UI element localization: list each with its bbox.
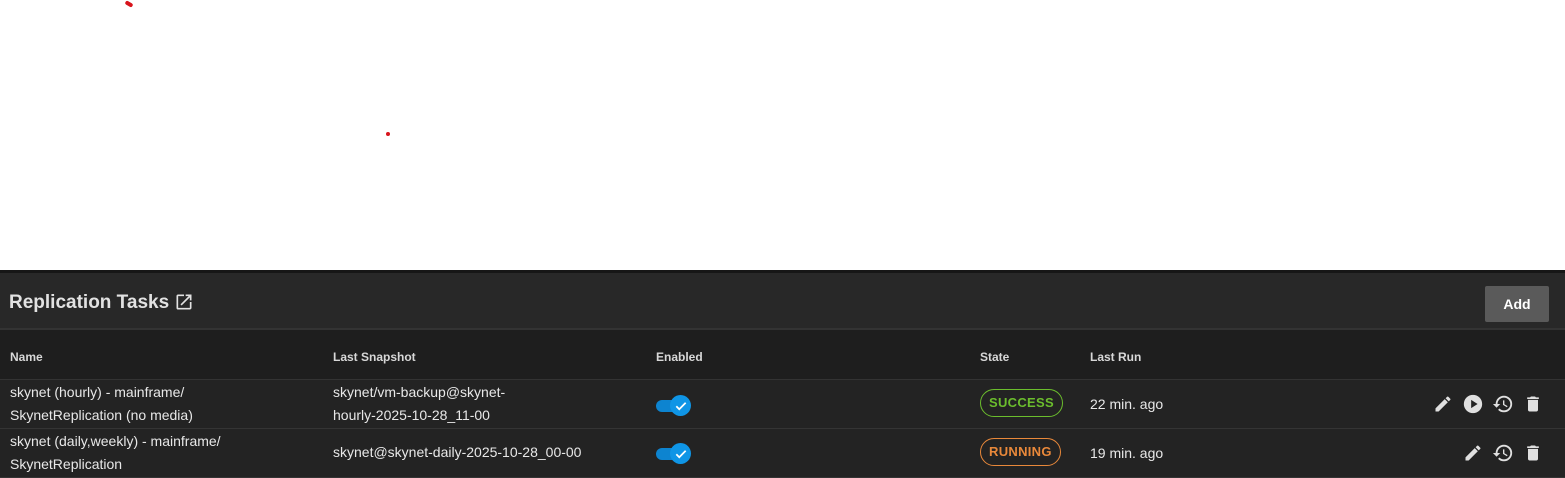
- red-dot: [386, 132, 390, 136]
- task-name: skynet (daily,weekly) - mainframe/ Skyne…: [10, 430, 310, 476]
- trash-icon[interactable]: [1522, 442, 1544, 464]
- trash-icon[interactable]: [1522, 393, 1544, 415]
- column-header-enabled[interactable]: Enabled: [656, 350, 703, 364]
- open-in-new-icon[interactable]: [174, 292, 194, 312]
- enabled-toggle[interactable]: [656, 394, 692, 416]
- state-badge[interactable]: SUCCESS: [980, 389, 1063, 417]
- replication-tasks-card: Replication Tasks Add Name Last Snapshot…: [0, 270, 1565, 478]
- task-name-line: skynet (daily,weekly) - mainframe/: [10, 433, 221, 449]
- checkmark-icon: [675, 401, 686, 410]
- history-icon[interactable]: [1492, 442, 1514, 464]
- history-icon[interactable]: [1492, 393, 1514, 415]
- enabled-toggle[interactable]: [656, 442, 692, 464]
- card-header: Replication Tasks Add: [0, 273, 1565, 330]
- checkmark-icon: [675, 449, 686, 458]
- last-run: 19 min. ago: [1090, 445, 1164, 461]
- top-blank-area: [0, 0, 1565, 270]
- task-name-line: skynet (hourly) - mainframe/: [10, 384, 185, 400]
- add-button[interactable]: Add: [1485, 286, 1549, 322]
- pencil-icon[interactable]: [1462, 442, 1484, 464]
- pencil-icon[interactable]: [1432, 393, 1454, 415]
- toggle-knob: [670, 395, 691, 416]
- last-snapshot-line: skynet/vm-backup@skynet-: [333, 384, 506, 400]
- column-header-last-run[interactable]: Last Run: [1090, 350, 1141, 364]
- last-snapshot-line: hourly-2025-10-28_11-00: [333, 407, 490, 423]
- table-header: Name Last Snapshot Enabled State Last Ru…: [0, 330, 1565, 380]
- last-snapshot: skynet@skynet-daily-2025-10-28_00-00: [333, 444, 582, 460]
- column-header-last-snapshot[interactable]: Last Snapshot: [333, 350, 416, 364]
- card-title: Replication Tasks: [9, 292, 170, 313]
- column-header-state[interactable]: State: [980, 350, 1009, 364]
- red-mark: [124, 0, 134, 8]
- toggle-knob: [670, 443, 691, 464]
- table-row: skynet (daily,weekly) - mainframe/ Skyne…: [0, 429, 1565, 478]
- last-run: 22 min. ago: [1090, 396, 1164, 412]
- play-icon[interactable]: [1462, 393, 1484, 415]
- task-name-line: SkynetReplication: [10, 456, 123, 472]
- task-name-line: SkynetReplication (no media): [10, 407, 193, 423]
- last-snapshot: skynet/vm-backup@skynet- hourly-2025-10-…: [333, 381, 633, 427]
- table-row: skynet (hourly) - mainframe/ SkynetRepli…: [0, 380, 1565, 429]
- state-badge[interactable]: RUNNING: [980, 438, 1061, 466]
- column-header-name[interactable]: Name: [10, 350, 43, 364]
- task-name: skynet (hourly) - mainframe/ SkynetRepli…: [10, 381, 310, 427]
